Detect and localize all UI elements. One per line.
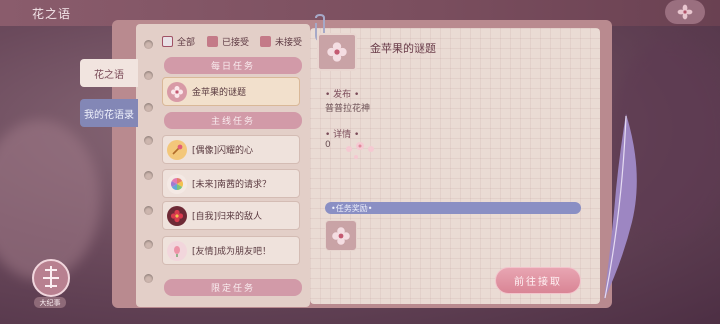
feather-quill-icon bbox=[604, 114, 637, 300]
quest-label: 金苹果的谜题 bbox=[192, 88, 247, 98]
checkbox-checked-icon bbox=[162, 36, 173, 47]
wheel-icon bbox=[167, 173, 187, 194]
go-accept-button[interactable]: 前往接取 bbox=[495, 267, 581, 294]
binder-ring bbox=[144, 103, 153, 112]
flower-icon bbox=[167, 81, 187, 102]
flower-icon bbox=[332, 226, 350, 245]
quest-detail-icon bbox=[317, 33, 357, 71]
background-blob bbox=[0, 120, 100, 280]
publisher-value: 普普拉花神 bbox=[325, 104, 371, 114]
reward-item[interactable] bbox=[325, 220, 357, 251]
binder-ring bbox=[144, 71, 153, 80]
red-flower-icon bbox=[167, 205, 187, 226]
filter-label: 未接受 bbox=[275, 38, 303, 48]
chronicle-badge-icon[interactable] bbox=[31, 258, 71, 302]
flower-menu-icon bbox=[677, 4, 693, 20]
wand-icon bbox=[167, 139, 187, 160]
loading-sparkle-icon bbox=[346, 142, 374, 159]
menu-button[interactable] bbox=[665, 0, 705, 24]
binder-ring bbox=[144, 136, 153, 145]
tab-flower-language[interactable]: 花之语 bbox=[80, 59, 138, 87]
binder-ring bbox=[144, 40, 153, 49]
binder-ring bbox=[144, 274, 153, 283]
info-label: • 详情 • bbox=[325, 130, 360, 140]
filter-all[interactable]: 全部 bbox=[162, 35, 195, 48]
filter-not-accepted[interactable]: 未接受 bbox=[260, 35, 302, 48]
tab-my-flower-records[interactable]: 我的花语录 bbox=[80, 99, 138, 127]
bud-icon bbox=[167, 240, 187, 261]
section-daily: 每日任务 bbox=[164, 57, 302, 74]
binder-ring bbox=[144, 240, 153, 249]
quest-label: [友情]成为朋友吧！ bbox=[192, 247, 272, 257]
checkbox-icon bbox=[260, 36, 271, 47]
binder-ring bbox=[144, 171, 153, 180]
info-value: 0 bbox=[325, 140, 331, 150]
quest-label: [未来]南茜的请求？ bbox=[192, 180, 272, 190]
quest-item-friendship[interactable]: [友情]成为朋友吧！ bbox=[162, 236, 300, 265]
quest-label: [偶像]闪耀的心 bbox=[192, 146, 254, 156]
flower-icon bbox=[327, 42, 347, 62]
quest-item-self[interactable]: [自我]归来的敌人 bbox=[162, 201, 300, 230]
quest-item-golden-apple[interactable]: 金苹果的谜题 bbox=[162, 77, 300, 106]
quest-label: [自我]归来的敌人 bbox=[192, 212, 263, 222]
filter-label: 全部 bbox=[177, 38, 196, 48]
checkbox-icon bbox=[207, 36, 218, 47]
quest-detail-title: 金苹果的谜题 bbox=[370, 42, 436, 55]
chronicle-label[interactable]: 大纪事 bbox=[34, 297, 66, 308]
publisher-label: • 发布 • bbox=[325, 90, 360, 100]
section-limited[interactable]: 限定任务 bbox=[164, 279, 302, 296]
binder-ring bbox=[144, 206, 153, 215]
filter-label: 已接受 bbox=[222, 38, 250, 48]
quest-item-idol[interactable]: [偶像]闪耀的心 bbox=[162, 135, 300, 164]
section-main: 主线任务 bbox=[164, 112, 302, 129]
quest-item-future[interactable]: [未来]南茜的请求？ bbox=[162, 169, 300, 198]
reward-section-header: • 任务奖励 • bbox=[325, 202, 581, 214]
filter-accepted[interactable]: 已接受 bbox=[207, 35, 249, 48]
page-title: 花之语 bbox=[32, 7, 72, 21]
